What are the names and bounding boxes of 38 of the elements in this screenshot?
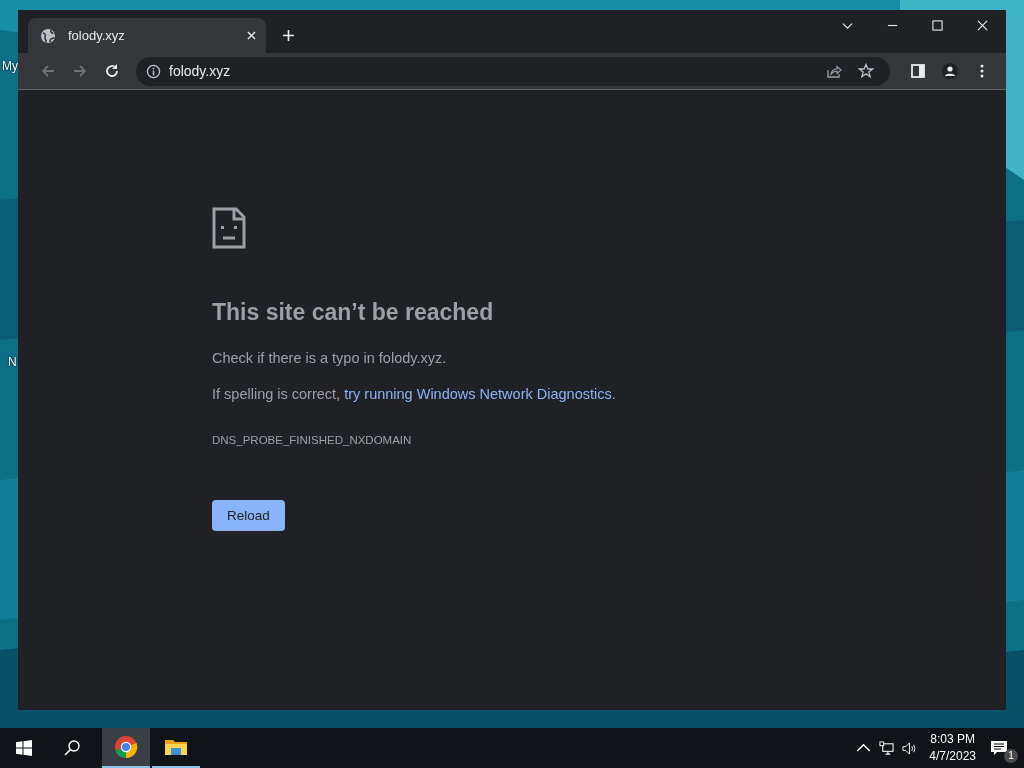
diagnostics-link[interactable]: try running Windows Network Diagnostics bbox=[344, 386, 612, 402]
clock-time: 8:03 PM bbox=[930, 731, 975, 748]
error-heading: This site can’t be reached bbox=[212, 299, 494, 326]
globe-icon bbox=[40, 27, 56, 44]
profile-icon[interactable] bbox=[942, 63, 958, 79]
side-panel-icon[interactable] bbox=[910, 63, 926, 79]
new-tab-icon[interactable] bbox=[282, 29, 295, 42]
chrome-icon bbox=[114, 735, 138, 759]
browser-tab[interactable]: folody.xyz bbox=[28, 18, 266, 53]
desktop-icon-label[interactable]: My bbox=[2, 59, 18, 73]
address-bar[interactable]: folody.xyz bbox=[136, 56, 890, 86]
windows-start-icon[interactable] bbox=[16, 740, 32, 756]
forward-icon[interactable] bbox=[72, 63, 88, 79]
url-text: folody.xyz bbox=[169, 63, 231, 79]
notification-badge: 1 bbox=[1004, 749, 1018, 763]
bookmark-star-icon[interactable] bbox=[858, 63, 874, 79]
sad-page-icon bbox=[212, 207, 246, 249]
error-code: DNS_PROBE_FINISHED_NXDOMAIN bbox=[212, 434, 412, 446]
reload-button[interactable]: Reload bbox=[212, 500, 285, 531]
tab-title: folody.xyz bbox=[68, 28, 126, 43]
desktop-icon-label[interactable]: N bbox=[8, 355, 17, 369]
network-icon[interactable] bbox=[879, 740, 895, 756]
notification-icon[interactable] bbox=[990, 740, 1008, 756]
info-icon bbox=[146, 63, 161, 79]
search-icon[interactable] bbox=[64, 740, 80, 756]
close-tab-icon[interactable] bbox=[247, 31, 256, 40]
error-message: Check if there is a typo in folody.xyz. bbox=[212, 350, 447, 366]
clock[interactable]: 8:03 PM 4/7/2023 bbox=[929, 731, 976, 765]
volume-icon[interactable] bbox=[902, 740, 918, 756]
close-icon[interactable] bbox=[977, 20, 988, 31]
share-icon[interactable] bbox=[826, 63, 842, 79]
taskbar-app-button[interactable] bbox=[102, 728, 150, 768]
tab-search-icon[interactable] bbox=[842, 20, 853, 31]
suggestion-text: If spelling is correct, try running Windows Network Diagnostics. bbox=[212, 386, 616, 402]
clock-date: 4/7/2023 bbox=[929, 748, 976, 765]
reload-icon[interactable] bbox=[104, 63, 120, 79]
maximize-icon[interactable] bbox=[932, 20, 943, 31]
back-icon[interactable] bbox=[40, 63, 56, 79]
